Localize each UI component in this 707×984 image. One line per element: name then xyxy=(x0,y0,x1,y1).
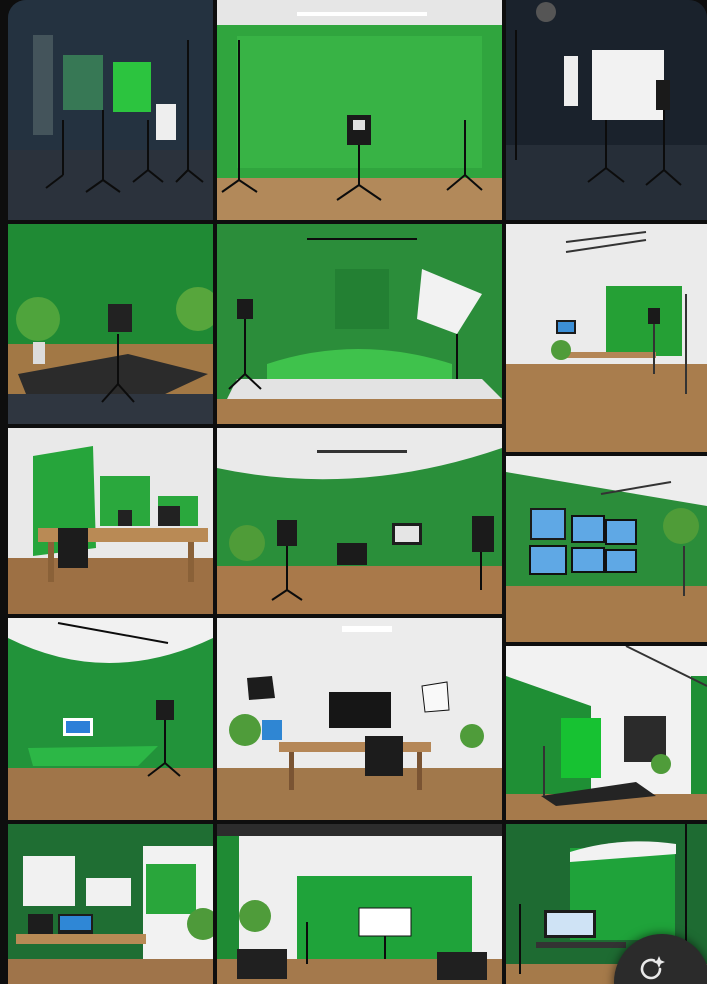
gallery-image-white-studio-desk[interactable] xyxy=(217,618,502,820)
gallery-image-dark-studio[interactable] xyxy=(8,0,213,220)
gallery-image-green-wall-workstation[interactable] xyxy=(8,824,213,984)
gallery-image-green-cove-monitor[interactable] xyxy=(8,618,213,820)
gallery-image-green-curved-equipment[interactable] xyxy=(217,428,502,614)
gallery-image-green-office-desk[interactable] xyxy=(8,428,213,614)
gallery-image-green-multi-monitor[interactable] xyxy=(506,456,707,642)
gallery-image-white-green-screen-chairs[interactable] xyxy=(217,824,502,984)
gallery-image-green-cyclorama-rug[interactable] xyxy=(8,224,213,424)
gallery-image-white-room-green-panel[interactable] xyxy=(506,224,707,452)
gallery-image-green-cyclorama-tripods[interactable] xyxy=(217,0,502,220)
gallery-image-dark-white-screens[interactable] xyxy=(506,0,707,220)
gallery-image-green-softbox-set[interactable] xyxy=(217,224,502,424)
image-gallery xyxy=(0,0,707,984)
gallery-image-green-white-split[interactable] xyxy=(506,646,707,820)
sparkle-refresh-icon xyxy=(640,956,665,980)
